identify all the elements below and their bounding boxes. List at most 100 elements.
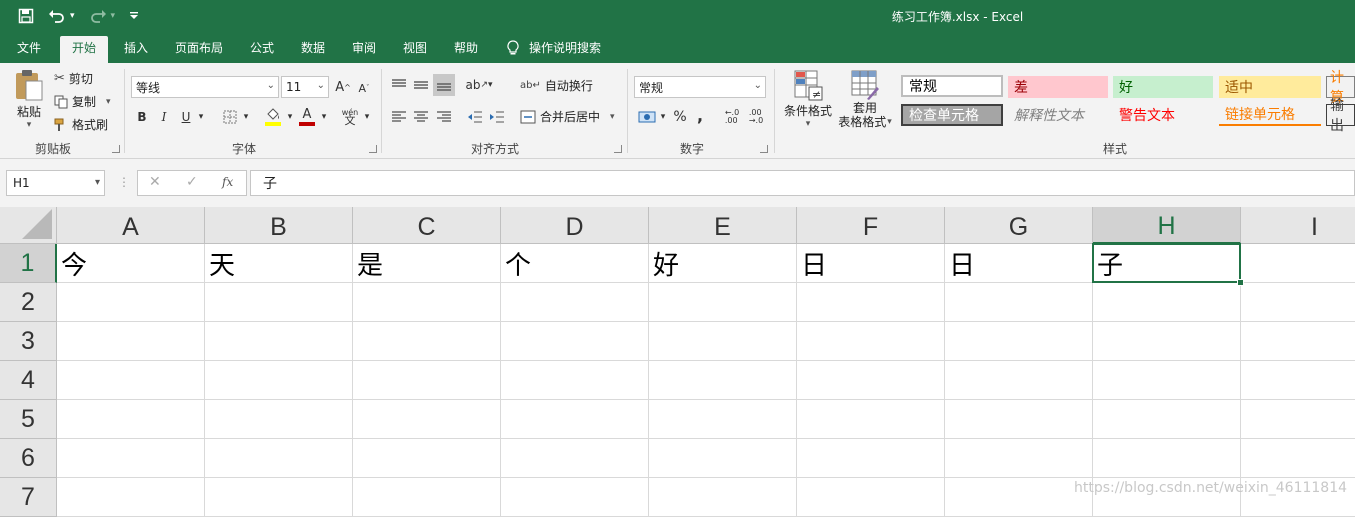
tab-page-layout[interactable]: 页面布局	[175, 39, 223, 56]
cell-h5[interactable]	[1093, 400, 1241, 439]
column-header-e[interactable]: E	[649, 207, 797, 244]
column-header-i[interactable]: I	[1241, 207, 1355, 244]
style-bad[interactable]: 差	[1008, 76, 1108, 98]
fill-handle[interactable]	[1237, 279, 1244, 286]
wrap-text-button[interactable]: ab↵ 自动换行	[520, 77, 593, 94]
cell-h2[interactable]	[1093, 283, 1241, 322]
cell-b4[interactable]	[205, 361, 353, 400]
cell-d2[interactable]	[501, 283, 649, 322]
name-box[interactable]: H1 ▾	[6, 170, 105, 196]
fill-color-icon[interactable]	[264, 107, 282, 127]
cell-h3[interactable]	[1093, 322, 1241, 361]
italic-icon[interactable]: I	[158, 109, 170, 125]
cell-f1[interactable]: 日	[797, 244, 945, 283]
style-neutral[interactable]: 适中	[1219, 76, 1321, 98]
orientation-icon[interactable]: ab ↗▾	[465, 75, 492, 95]
font-name-select[interactable]: 等线 ⌄	[131, 76, 279, 98]
row-header-1[interactable]: 1	[0, 244, 57, 283]
row-header-7[interactable]: 7	[0, 478, 57, 517]
enter-icon[interactable]: ✓	[186, 174, 198, 190]
cell-a2[interactable]	[57, 283, 205, 322]
insert-function-icon[interactable]: fx	[222, 175, 233, 189]
column-header-d[interactable]: D	[501, 207, 649, 244]
cell-c5[interactable]	[353, 400, 501, 439]
accounting-dropdown-icon[interactable]: ▾	[659, 111, 667, 123]
cell-d1[interactable]: 个	[501, 244, 649, 283]
cell-b7[interactable]	[205, 478, 353, 517]
cell-a4[interactable]	[57, 361, 205, 400]
phonetic-dropdown-icon[interactable]: ▾	[363, 111, 371, 123]
cell-i3[interactable]	[1241, 322, 1355, 361]
cell-g7[interactable]	[945, 478, 1093, 517]
tab-review[interactable]: 审阅	[352, 39, 376, 56]
style-linked-cell[interactable]: 链接单元格	[1219, 104, 1321, 126]
middle-align-icon[interactable]	[412, 76, 430, 94]
cell-e1[interactable]: 好	[649, 244, 797, 283]
clipboard-launcher-icon[interactable]	[112, 145, 120, 153]
bottom-align-icon[interactable]	[433, 74, 455, 96]
cancel-icon[interactable]: ✕	[149, 174, 161, 190]
decrease-font-size-icon[interactable]: Aˇ	[357, 79, 371, 97]
decrease-decimal-icon[interactable]: .00 →.0	[745, 108, 767, 126]
cell-d5[interactable]	[501, 400, 649, 439]
font-launcher-icon[interactable]	[369, 145, 377, 153]
increase-decimal-icon[interactable]: ←.0.00	[721, 108, 743, 126]
column-header-f[interactable]: F	[797, 207, 945, 244]
row-header-3[interactable]: 3	[0, 322, 57, 361]
cell-f5[interactable]	[797, 400, 945, 439]
cell-c1[interactable]: 是	[353, 244, 501, 283]
increase-indent-icon[interactable]	[488, 108, 506, 126]
cell-c3[interactable]	[353, 322, 501, 361]
cell-c2[interactable]	[353, 283, 501, 322]
fill-color-dropdown-icon[interactable]: ▾	[286, 111, 294, 123]
cell-e2[interactable]	[649, 283, 797, 322]
tab-file[interactable]: 文件	[17, 39, 41, 56]
cell-i4[interactable]	[1241, 361, 1355, 400]
cell-a7[interactable]	[57, 478, 205, 517]
cell-f4[interactable]	[797, 361, 945, 400]
cell-g1[interactable]: 日	[945, 244, 1093, 283]
cell-c6[interactable]	[353, 439, 501, 478]
style-explanatory-text[interactable]: 解释性文本	[1008, 104, 1108, 126]
cell-c4[interactable]	[353, 361, 501, 400]
cell-d7[interactable]	[501, 478, 649, 517]
style-check-cell[interactable]: 检查单元格	[901, 104, 1003, 126]
style-warning-text[interactable]: 警告文本	[1113, 104, 1213, 126]
row-header-5[interactable]: 5	[0, 400, 57, 439]
column-header-c[interactable]: C	[353, 207, 501, 244]
accounting-format-icon[interactable]	[637, 108, 657, 126]
cell-e3[interactable]	[649, 322, 797, 361]
cell-f3[interactable]	[797, 322, 945, 361]
tell-me-search[interactable]: 操作说明搜索	[507, 39, 601, 56]
tab-view[interactable]: 视图	[403, 39, 427, 56]
cell-b2[interactable]	[205, 283, 353, 322]
cell-f6[interactable]	[797, 439, 945, 478]
cut-button[interactable]: ✂ 剪切	[54, 70, 93, 87]
format-as-table-button[interactable]: 套用 表格格式 ▾	[836, 69, 894, 129]
column-header-b[interactable]: B	[205, 207, 353, 244]
font-color-dropdown-icon[interactable]: ▾	[320, 111, 328, 123]
tab-formulas[interactable]: 公式	[250, 39, 274, 56]
column-header-g[interactable]: G	[945, 207, 1093, 244]
column-header-h[interactable]: H	[1093, 207, 1241, 244]
cell-h6[interactable]	[1093, 439, 1241, 478]
align-right-icon[interactable]	[435, 108, 453, 126]
tab-home[interactable]: 开始	[60, 36, 109, 64]
borders-dropdown-icon[interactable]: ▾	[242, 111, 250, 123]
cell-a5[interactable]	[57, 400, 205, 439]
align-center-icon[interactable]	[412, 108, 430, 126]
number-launcher-icon[interactable]	[760, 145, 768, 153]
cell-g4[interactable]	[945, 361, 1093, 400]
comma-style-icon[interactable]: ,	[694, 106, 706, 125]
cell-i5[interactable]	[1241, 400, 1355, 439]
cell-g6[interactable]	[945, 439, 1093, 478]
select-all-button[interactable]	[0, 207, 57, 244]
cell-d4[interactable]	[501, 361, 649, 400]
cell-e7[interactable]	[649, 478, 797, 517]
cell-d6[interactable]	[501, 439, 649, 478]
paste-button[interactable]: 粘贴 ▾	[14, 69, 44, 130]
formula-input[interactable]: 子	[250, 170, 1355, 196]
cell-e6[interactable]	[649, 439, 797, 478]
style-output[interactable]: 输出	[1326, 98, 1355, 134]
underline-icon[interactable]: U	[180, 109, 192, 125]
